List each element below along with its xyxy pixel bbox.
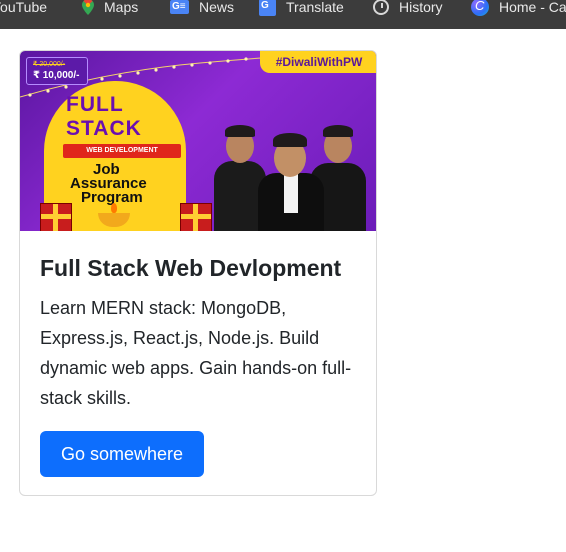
new-price: ₹ 10,000/-: [33, 70, 80, 81]
course-card: ₹ 20,000/- ₹ 10,000/- #DiwaliWithPW FULL…: [19, 50, 377, 496]
bookmark-canva-home[interactable]: Home - Ca: [471, 0, 566, 16]
gift-box-icon: [40, 203, 72, 231]
bookmark-translate[interactable]: Translate: [259, 0, 344, 16]
bookmark-history[interactable]: History: [373, 0, 443, 15]
bookmark-maps[interactable]: Maps: [82, 0, 139, 15]
bookmark-label: YouTube: [0, 0, 48, 15]
card-title: Full Stack Web Devlopment: [40, 255, 342, 281]
translate-icon: [259, 0, 276, 16]
bookmark-news[interactable]: News: [170, 0, 234, 14]
banner-line-full: FULL: [66, 93, 124, 116]
bookmark-label: Home - Ca: [499, 0, 566, 15]
gift-box-icon: [180, 203, 212, 231]
course-banner-image: ₹ 20,000/- ₹ 10,000/- #DiwaliWithPW FULL…: [20, 51, 376, 231]
bookmark-label: History: [399, 0, 443, 15]
go-somewhere-button[interactable]: Go somewhere: [40, 431, 204, 477]
canva-icon: [471, 0, 489, 16]
card-description: Learn MERN stack: MongoDB, Express.js, R…: [40, 298, 352, 408]
bookmark-label: Translate: [286, 0, 344, 15]
hashtag-badge: #DiwaliWithPW: [260, 51, 376, 73]
bookmark-youtube[interactable]: YouTube: [0, 0, 47, 14]
banner-line-stack: STACK: [66, 117, 142, 140]
bookmarks-bar: YouTube Maps News Translate History Home…: [0, 0, 566, 29]
bookmark-label: News: [199, 0, 235, 15]
old-price: ₹ 20,000/-: [33, 61, 66, 68]
news-icon: [170, 0, 189, 14]
bookmark-label: Maps: [104, 0, 139, 15]
banner-ribbon: WEB DEVELOPMENT: [63, 144, 181, 158]
maps-icon: [82, 0, 94, 15]
price-badge: ₹ 20,000/- ₹ 10,000/-: [26, 57, 88, 85]
history-icon: [373, 0, 389, 15]
